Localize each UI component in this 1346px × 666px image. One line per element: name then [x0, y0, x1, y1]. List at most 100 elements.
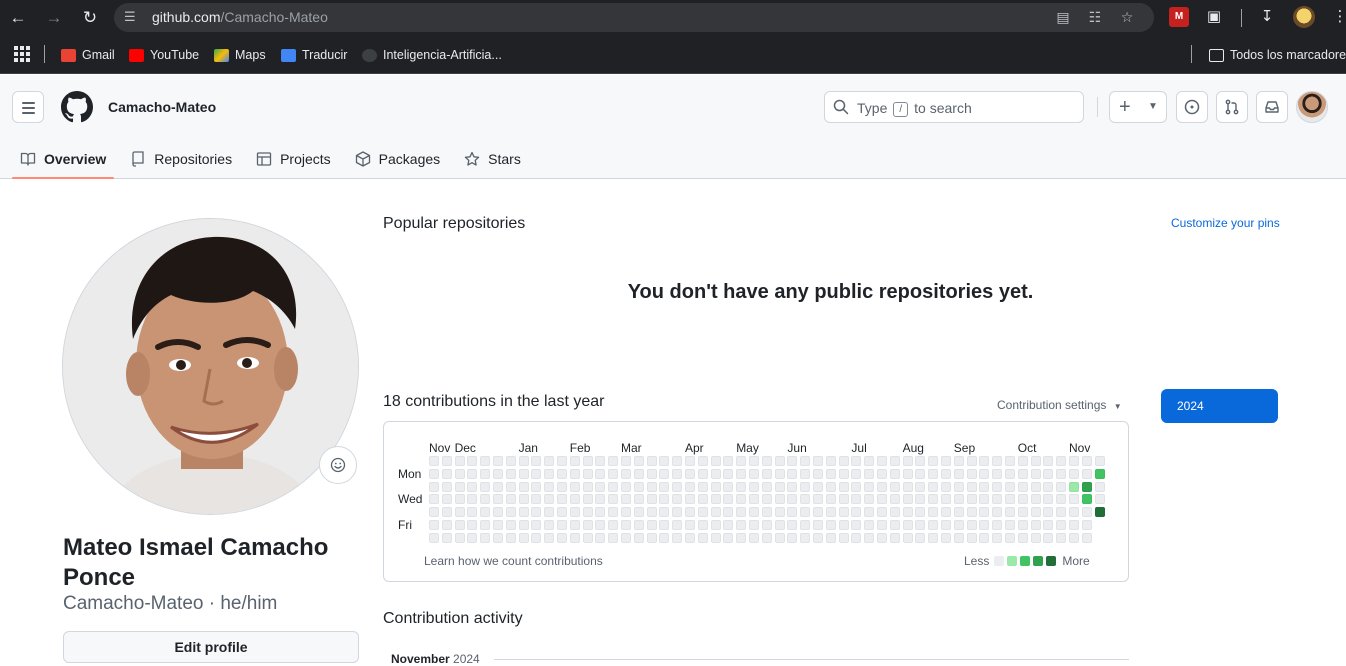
- contribution-day[interactable]: [749, 532, 759, 543]
- contribution-day[interactable]: [685, 468, 695, 479]
- contribution-day[interactable]: [979, 520, 990, 530]
- contribution-day[interactable]: [544, 532, 555, 543]
- contribution-day[interactable]: [557, 532, 567, 543]
- contribution-day[interactable]: [697, 532, 708, 543]
- contribution-day[interactable]: [915, 456, 926, 466]
- contribution-day[interactable]: [979, 507, 990, 518]
- contribution-day[interactable]: [787, 456, 798, 466]
- contribution-day[interactable]: [979, 532, 990, 543]
- contribution-day[interactable]: [557, 507, 567, 518]
- contribution-day[interactable]: [838, 494, 849, 505]
- contribution-day[interactable]: [889, 532, 900, 543]
- contribution-day[interactable]: [505, 532, 516, 543]
- contribution-day[interactable]: [710, 456, 721, 466]
- contribution-day[interactable]: [800, 456, 811, 466]
- contribution-day[interactable]: [1005, 532, 1015, 543]
- contribution-day[interactable]: [685, 532, 695, 543]
- contribution-day[interactable]: [582, 468, 593, 479]
- contribution-day[interactable]: [928, 520, 939, 530]
- contribution-day[interactable]: [454, 520, 465, 530]
- contribution-day[interactable]: [1005, 481, 1015, 492]
- contribution-day[interactable]: [902, 468, 913, 479]
- contribution-day[interactable]: [608, 468, 619, 479]
- contribution-day[interactable]: [736, 481, 747, 492]
- contribution-day[interactable]: [685, 456, 695, 466]
- contribution-day[interactable]: [1030, 532, 1041, 543]
- contribution-day[interactable]: [953, 532, 964, 543]
- contribution-day[interactable]: [659, 494, 670, 505]
- contribution-day[interactable]: [877, 507, 887, 518]
- contribution-day[interactable]: [454, 481, 465, 492]
- contribution-day[interactable]: [851, 481, 862, 492]
- contribution-day[interactable]: [480, 520, 491, 530]
- contribution-day[interactable]: [505, 520, 516, 530]
- contribution-day[interactable]: [761, 520, 772, 530]
- create-new-button[interactable]: + ▼: [1109, 91, 1167, 123]
- contribution-day[interactable]: [1056, 456, 1067, 466]
- contribution-day[interactable]: [749, 456, 759, 466]
- contribution-day[interactable]: [877, 481, 887, 492]
- install-app-icon[interactable]: ▤: [1054, 9, 1072, 26]
- contribution-day[interactable]: [544, 520, 555, 530]
- contribution-day[interactable]: [953, 494, 964, 505]
- contribution-day[interactable]: [493, 520, 503, 530]
- contribution-day[interactable]: [518, 494, 529, 505]
- contribution-day[interactable]: [531, 456, 542, 466]
- contribution-day[interactable]: [800, 520, 811, 530]
- contribution-day[interactable]: [992, 532, 1003, 543]
- contribution-day[interactable]: [941, 520, 951, 530]
- contribution-day[interactable]: [544, 456, 555, 466]
- contribution-day[interactable]: [710, 494, 721, 505]
- contribution-day[interactable]: [608, 494, 619, 505]
- contribution-day[interactable]: [1030, 468, 1041, 479]
- contribution-day[interactable]: [915, 481, 926, 492]
- contribution-day[interactable]: [518, 507, 529, 518]
- contribution-day[interactable]: [902, 520, 913, 530]
- contribution-day[interactable]: [429, 494, 439, 505]
- contribution-day[interactable]: [953, 520, 964, 530]
- header-username[interactable]: Camacho-Mateo: [108, 99, 216, 115]
- contribution-day[interactable]: [825, 468, 836, 479]
- contribution-day[interactable]: [493, 456, 503, 466]
- contribution-day[interactable]: [595, 494, 606, 505]
- contribution-day[interactable]: [838, 468, 849, 479]
- contribution-day[interactable]: [774, 494, 785, 505]
- contribution-day[interactable]: [1094, 494, 1105, 505]
- contribution-day[interactable]: [441, 507, 452, 518]
- contribution-day[interactable]: [1043, 532, 1054, 543]
- contribution-day[interactable]: [736, 468, 747, 479]
- contribution-day[interactable]: [761, 456, 772, 466]
- contribution-day[interactable]: [851, 507, 862, 518]
- contribution-day[interactable]: [864, 532, 875, 543]
- contribution-day[interactable]: [825, 532, 836, 543]
- contribution-day[interactable]: [953, 481, 964, 492]
- contribution-day[interactable]: [813, 520, 823, 530]
- contribution-day[interactable]: [569, 532, 580, 543]
- contribution-day[interactable]: [928, 468, 939, 479]
- contribution-day[interactable]: [518, 456, 529, 466]
- contribution-day[interactable]: [659, 468, 670, 479]
- contribution-day[interactable]: [1030, 507, 1041, 518]
- contribution-day[interactable]: [646, 520, 657, 530]
- contribution-day[interactable]: [889, 494, 900, 505]
- contribution-day[interactable]: [774, 456, 785, 466]
- contribution-day[interactable]: [454, 468, 465, 479]
- contribution-day[interactable]: [1043, 520, 1054, 530]
- contribution-day[interactable]: [787, 520, 798, 530]
- contribution-day[interactable]: [941, 494, 951, 505]
- contribution-day[interactable]: [697, 507, 708, 518]
- contribution-day[interactable]: [1030, 456, 1041, 466]
- contribution-day[interactable]: [979, 494, 990, 505]
- contribution-day[interactable]: [557, 456, 567, 466]
- contribution-day[interactable]: [761, 494, 772, 505]
- contribution-day[interactable]: [531, 507, 542, 518]
- contribution-day[interactable]: [800, 507, 811, 518]
- contribution-day[interactable]: [467, 481, 478, 492]
- contribution-day[interactable]: [1081, 507, 1092, 518]
- contribution-day[interactable]: [889, 468, 900, 479]
- contribution-day[interactable]: [1043, 494, 1054, 505]
- contribution-day[interactable]: [710, 532, 721, 543]
- contribution-day[interactable]: [441, 468, 452, 479]
- contribution-day[interactable]: [736, 456, 747, 466]
- contribution-day[interactable]: [595, 468, 606, 479]
